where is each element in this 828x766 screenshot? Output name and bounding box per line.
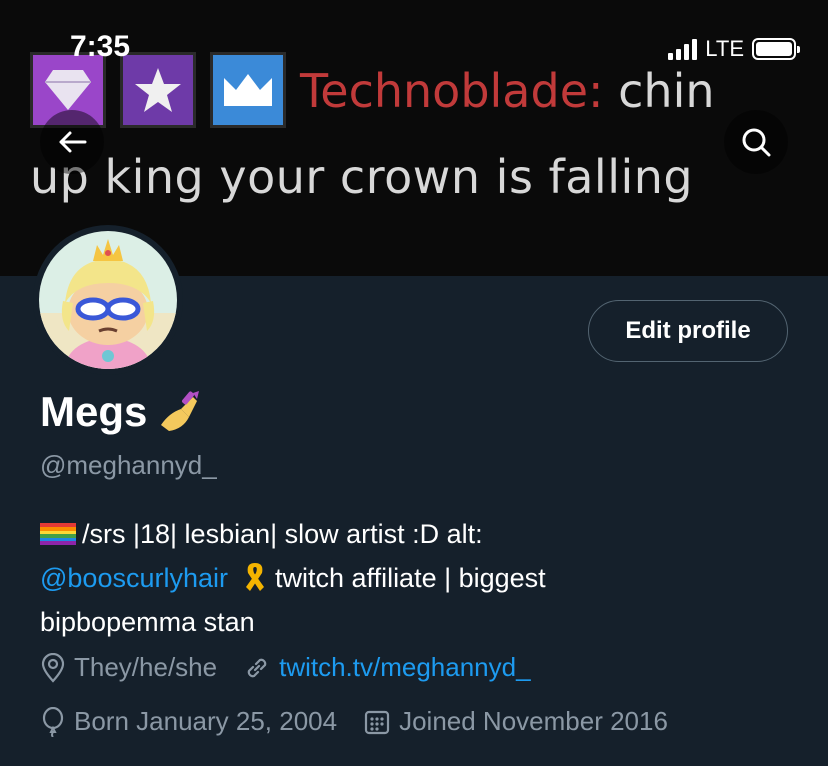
- website-item[interactable]: twitch.tv/meghannyd_: [243, 652, 531, 683]
- nail-polish-icon: [161, 391, 200, 431]
- star-icon: [120, 52, 196, 128]
- joined-text: Joined November 2016: [399, 706, 668, 736]
- birthday-item: Born January 25, 2004: [40, 706, 337, 737]
- crown-icon: [210, 52, 286, 128]
- avatar-image: [39, 231, 177, 369]
- link-icon: [243, 654, 271, 682]
- profile-meta-row-2: Born January 25, 2004 Joined November 20…: [40, 706, 694, 737]
- display-name-text: Megs: [40, 388, 148, 435]
- banner-quote-line2: up king your crown is falling: [30, 150, 694, 204]
- battery-icon: [752, 38, 800, 60]
- status-indicators: LTE: [668, 36, 800, 62]
- network-type: LTE: [705, 36, 744, 61]
- location-item: They/he/she: [40, 652, 217, 683]
- profile-meta-row-1: They/he/she twitch.tv/meghannyd_: [40, 652, 557, 683]
- banner-quote-author: Technoblade:: [300, 64, 604, 118]
- edit-profile-button[interactable]: Edit profile: [588, 300, 788, 362]
- awareness-ribbon-icon: [245, 563, 264, 591]
- search-button[interactable]: [724, 110, 788, 174]
- mention-link[interactable]: @booscurlyhair: [40, 563, 228, 593]
- arrow-left-icon: [59, 131, 87, 153]
- banner-quote-start: chin: [603, 64, 715, 118]
- location-pin-icon: [40, 652, 66, 683]
- birthday-text: Born January 25, 2004: [74, 706, 338, 736]
- back-button[interactable]: [40, 110, 104, 174]
- rainbow-flag-icon: [40, 523, 76, 545]
- balloon-icon: [40, 706, 66, 737]
- avatar[interactable]: [33, 225, 183, 375]
- bio: /srs |18| lesbian| slow artist :D alt: @…: [40, 512, 800, 644]
- bio-text-2: twitch affiliate | biggest: [267, 563, 546, 593]
- joined-item: Joined November 2016: [363, 706, 668, 737]
- banner-quote-line1: Technoblade: chin: [300, 64, 715, 118]
- bio-line3: bipbopemma stan: [40, 607, 255, 637]
- bio-line2: @booscurlyhair twitch affiliate | bigges…: [40, 556, 800, 600]
- bio-line1: /srs |18| lesbian| slow artist :D alt:: [40, 512, 800, 556]
- website-link[interactable]: twitch.tv/meghannyd_: [279, 652, 530, 683]
- bio-text-1: /srs |18| lesbian| slow artist :D alt:: [82, 519, 483, 549]
- location-text: They/he/she: [74, 652, 218, 682]
- signal-icon: [668, 38, 698, 60]
- search-icon: [742, 128, 771, 157]
- display-name: Megs: [40, 388, 201, 436]
- status-time: 7:35: [70, 30, 131, 63]
- calendar-icon: [363, 708, 391, 736]
- handle: @meghannyd_: [40, 450, 217, 480]
